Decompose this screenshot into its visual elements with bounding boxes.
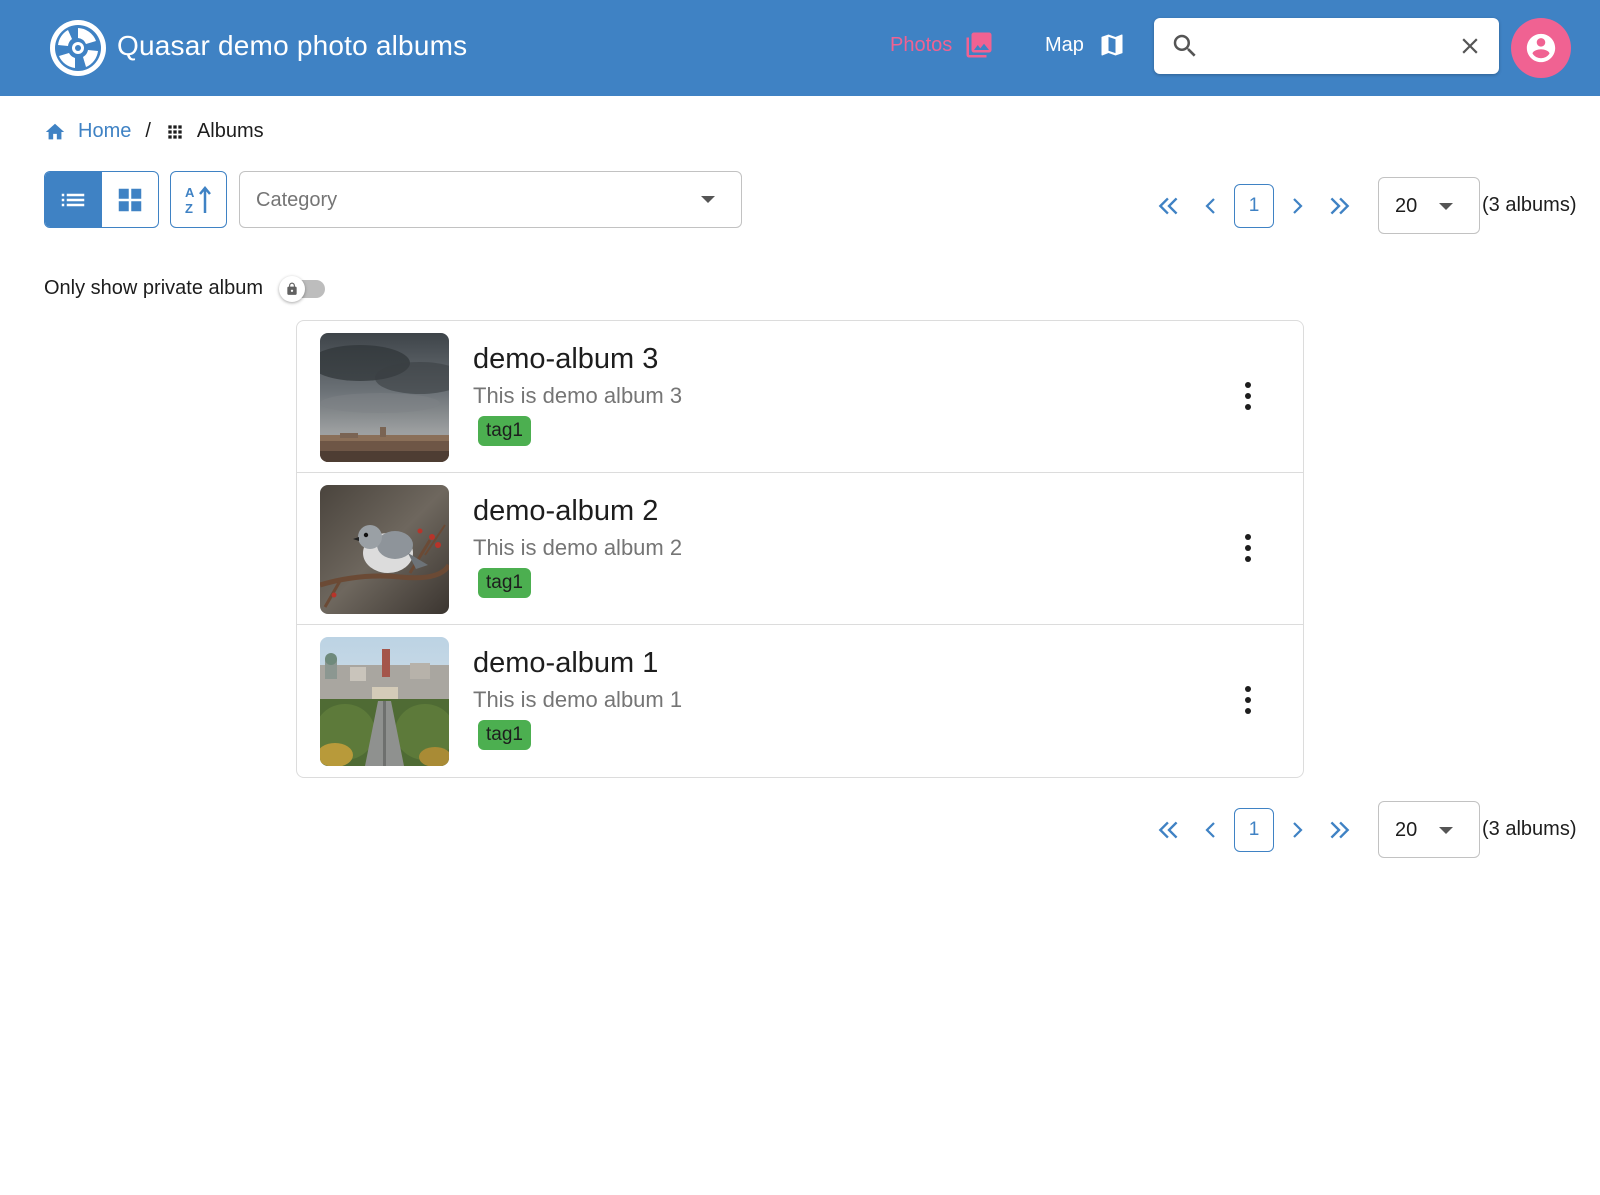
album-description: This is demo album 1 — [473, 687, 683, 712]
category-select[interactable]: Category — [239, 171, 742, 228]
chevron-left-icon — [1205, 821, 1215, 838]
more-vert-icon — [1245, 534, 1251, 540]
breadcrumb-home-label: Home — [78, 120, 132, 142]
album-tag[interactable]: tag1 — [478, 416, 531, 446]
album-title: demo-album 2 — [473, 495, 659, 527]
album-list-item[interactable]: demo-album 2 This is demo album 2 tag1 — [297, 473, 1303, 625]
last-page-button[interactable] — [1318, 808, 1360, 852]
album-thumbnail — [320, 637, 449, 766]
album-title: demo-album 1 — [473, 647, 659, 679]
album-tag[interactable]: tag1 — [478, 720, 531, 750]
album-description: This is demo album 3 — [473, 383, 683, 408]
city-aerial-image — [320, 637, 449, 766]
first-page-button[interactable] — [1148, 808, 1190, 852]
album-list: demo-album 3 This is demo album 3 tag1 d… — [296, 320, 1304, 778]
photo-library-icon — [966, 32, 992, 58]
pagination-top: 1 20 (3 albums) — [1148, 177, 1576, 234]
per-page-value: 20 — [1395, 819, 1418, 841]
stormy-sky-landscape-image — [320, 333, 449, 462]
album-count: (3 albums) — [1482, 818, 1577, 840]
category-placeholder: Category — [256, 189, 338, 211]
search-input[interactable] — [1210, 28, 1440, 64]
breadcrumb-home[interactable]: Home — [44, 120, 131, 143]
breadcrumb-separator: / — [145, 120, 151, 142]
home-icon — [45, 123, 65, 139]
previous-page-button[interactable] — [1190, 808, 1232, 852]
quasar-logo[interactable] — [50, 20, 106, 76]
album-thumbnail — [320, 485, 449, 614]
last-page-button[interactable] — [1318, 184, 1360, 228]
album-list-item[interactable]: demo-album 3 This is demo album 3 tag1 — [297, 321, 1303, 473]
chevron-down-icon — [701, 196, 715, 203]
sort-button[interactable]: A Z — [170, 171, 227, 228]
app-title: Quasar demo photo albums — [117, 30, 468, 61]
nav-map-label: Map — [1045, 33, 1084, 56]
sort-alphabetical-icon: A Z — [185, 185, 211, 216]
current-page-button[interactable]: 1 — [1234, 807, 1274, 852]
chevron-left-icon — [1205, 197, 1215, 214]
pagination-bottom: 1 20 (3 albums) — [1148, 801, 1576, 858]
more-vert-icon — [1245, 686, 1251, 692]
more-options-button[interactable] — [1233, 523, 1263, 573]
private-album-toggle[interactable] — [278, 276, 327, 302]
double-chevron-right-icon — [1330, 197, 1350, 214]
next-page-button[interactable] — [1276, 808, 1318, 852]
toggle-thumb — [278, 276, 305, 302]
grid-view-button[interactable] — [102, 172, 159, 227]
per-page-select[interactable]: 20 — [1378, 177, 1480, 234]
breadcrumb: Home / Albums — [44, 120, 264, 143]
apps-grid-icon — [168, 124, 182, 139]
nav-photos[interactable]: Photos — [890, 30, 994, 60]
more-vert-icon — [1245, 382, 1251, 388]
chevron-right-icon — [1293, 821, 1303, 838]
chevron-down-icon — [1439, 827, 1453, 834]
chevron-down-icon — [1439, 203, 1453, 210]
double-chevron-left-icon — [1158, 821, 1178, 838]
quasar-logo-icon — [55, 25, 101, 71]
next-page-button[interactable] — [1276, 184, 1318, 228]
first-page-button[interactable] — [1148, 184, 1190, 228]
previous-page-button[interactable] — [1190, 184, 1232, 228]
view-mode-toggle — [44, 171, 159, 228]
more-options-button[interactable] — [1233, 371, 1263, 421]
svg-text:Z: Z — [185, 201, 193, 216]
account-circle-icon — [1526, 33, 1556, 63]
clear-search-icon[interactable] — [1457, 33, 1483, 59]
album-title: demo-album 3 — [473, 343, 659, 375]
private-album-label: Only show private album — [44, 276, 263, 299]
album-list-item[interactable]: demo-album 1 This is demo album 1 tag1 — [297, 625, 1303, 777]
double-chevron-right-icon — [1330, 821, 1350, 838]
current-page-button[interactable]: 1 — [1234, 183, 1274, 228]
nav-photos-label: Photos — [890, 33, 953, 56]
top-app-bar: Quasar demo photo albums Photos Map — [0, 0, 1600, 96]
account-avatar-button[interactable] — [1511, 18, 1571, 78]
chevron-right-icon — [1293, 197, 1303, 214]
grid-view-icon — [118, 188, 141, 211]
album-thumbnail — [320, 333, 449, 462]
list-view-icon — [62, 193, 85, 206]
list-view-button[interactable] — [45, 172, 102, 227]
search-icon — [1173, 34, 1196, 57]
private-album-filter: Only show private album — [44, 276, 327, 302]
album-tag[interactable]: tag1 — [478, 568, 531, 598]
svg-text:A: A — [185, 185, 195, 200]
map-icon — [1101, 34, 1123, 56]
titmouse-bird-image — [320, 485, 449, 614]
nav-map[interactable]: Map — [1045, 30, 1126, 60]
more-options-button[interactable] — [1233, 675, 1263, 725]
breadcrumb-albums: Albums — [165, 120, 264, 143]
album-count: (3 albums) — [1482, 194, 1577, 216]
search-field — [1154, 18, 1499, 74]
breadcrumb-albums-label: Albums — [196, 120, 264, 142]
lock-icon — [287, 282, 297, 295]
per-page-value: 20 — [1395, 195, 1418, 217]
album-description: This is demo album 2 — [473, 535, 683, 560]
per-page-select[interactable]: 20 — [1378, 801, 1480, 858]
double-chevron-left-icon — [1158, 197, 1178, 214]
